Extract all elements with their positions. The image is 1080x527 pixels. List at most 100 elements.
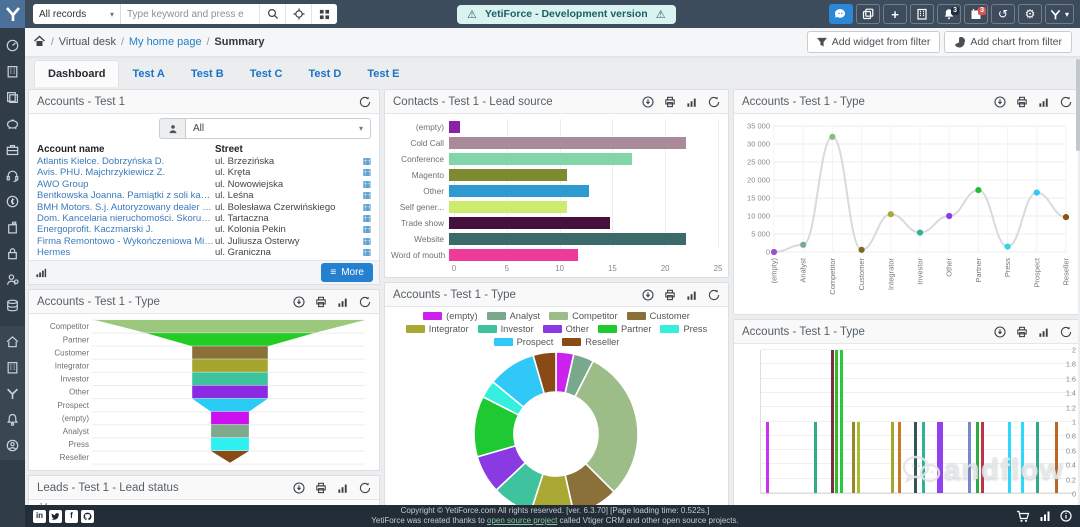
bar[interactable] [1036,421,1040,493]
bar[interactable] [897,421,901,493]
bar[interactable] [449,121,460,133]
record-detail-button[interactable]: ▦ [357,247,371,258]
advanced-search-button[interactable] [285,4,311,24]
refresh-button[interactable] [358,295,371,308]
record-detail-button[interactable]: ▦ [357,202,371,213]
dev-warning-banner[interactable]: ⚠ YetiForce - Development version ⚠ [457,4,676,24]
owner-select[interactable]: All ▾ [185,118,371,139]
legend-item[interactable]: Customer [626,311,690,321]
bar[interactable] [835,350,839,493]
account-link[interactable]: AWO Group [37,179,215,190]
legend-item[interactable]: Reseller [562,337,619,347]
open-source-link[interactable]: open source project [487,516,557,525]
print-button[interactable] [314,481,327,494]
tab-test-c[interactable]: Test C [237,61,296,87]
record-type-select[interactable]: All records ▾ [33,4,121,24]
refresh-button[interactable] [1059,325,1072,338]
tab-test-d[interactable]: Test D [296,61,355,87]
record-detail-button[interactable]: ▦ [357,156,371,167]
bar-chart-button[interactable] [336,295,349,308]
legend-item[interactable]: (empty) [423,311,478,321]
bar[interactable] [967,421,971,493]
legend-item[interactable]: Other [542,324,589,334]
account-link[interactable]: Dom. Kancelaria nieruchomości. Skorupka … [37,213,215,224]
record-detail-button[interactable]: ▦ [357,224,371,235]
legend-item[interactable]: Partner [597,324,651,334]
bar-chart-button[interactable] [1037,325,1050,338]
bar-chart-button[interactable] [685,288,698,301]
refresh-button[interactable] [707,288,720,301]
refresh-button[interactable] [707,95,720,108]
apps-menu-button[interactable] [311,4,337,24]
sidebar-item-database[interactable] [0,292,25,318]
sidebar-item-notifications[interactable] [0,406,25,432]
sidebar-item-companies[interactable] [0,58,25,84]
add-widget-from-filter-button[interactable]: Add widget from filter [806,31,941,53]
legend-item[interactable]: Investor [477,324,534,334]
record-detail-button[interactable]: ▦ [357,236,371,247]
sidebar-item-documents[interactable] [0,84,25,110]
download-button[interactable] [292,295,305,308]
download-button[interactable] [993,95,1006,108]
account-link[interactable]: Energoprofit. Kaczmarski J. [37,224,215,235]
sidebar-item-profile[interactable] [0,432,25,458]
account-link[interactable]: BMH Motors. S.j. Autoryzowany dealer Nis… [37,202,215,213]
legend-item[interactable]: Integrator [405,324,469,334]
account-link[interactable]: Avis. PHU. Majchrzykiewicz Z. [37,167,215,178]
bar[interactable] [449,185,589,197]
account-link[interactable]: Atlantis Kielce. Dobrzyńska D. [37,156,215,167]
legend-item[interactable]: Prospect [493,337,553,347]
sidebar-item-projects[interactable] [0,214,25,240]
download-button[interactable] [292,481,305,494]
bar-chart-button[interactable] [685,95,698,108]
quick-create-button[interactable]: + [882,4,907,24]
bar[interactable] [976,421,980,493]
bar[interactable] [1008,421,1012,493]
print-button[interactable] [314,295,327,308]
bar[interactable] [839,350,843,493]
bar[interactable] [830,350,834,493]
twitter-icon[interactable] [49,509,62,523]
calendar-button[interactable]: 3 [963,4,988,24]
download-button[interactable] [641,95,654,108]
bar[interactable] [1020,421,1024,493]
sidebar-item-piggy-bank[interactable] [0,110,25,136]
record-detail-button[interactable]: ▦ [357,167,371,178]
bar[interactable] [914,421,918,493]
github-icon[interactable] [81,509,94,523]
sidebar-item-organization[interactable] [0,354,25,380]
bar[interactable] [921,421,925,493]
sidebar-item-support[interactable] [0,162,25,188]
print-button[interactable] [663,288,676,301]
facebook-icon[interactable]: f [65,509,78,523]
bar[interactable] [981,421,985,493]
more-button[interactable]: ≡ More [321,263,373,282]
legend-item[interactable]: Press [660,324,707,334]
bar[interactable] [449,201,568,213]
bar[interactable] [937,421,944,493]
home-breadcrumb-button[interactable] [33,35,46,50]
usage-button[interactable] [1039,510,1051,522]
tags-button[interactable] [855,4,880,24]
sidebar-item-security[interactable] [0,240,25,266]
bar[interactable] [449,169,568,181]
tab-test-e[interactable]: Test E [354,61,412,87]
tab-test-b[interactable]: Test B [178,61,237,87]
sidebar-item-dashboard[interactable] [0,32,25,58]
refresh-button[interactable] [1059,95,1072,108]
breadcrumb-virtual-desk[interactable]: Virtual desk [59,36,116,48]
search-input[interactable] [121,4,259,24]
companies-button[interactable] [909,4,934,24]
bar[interactable] [449,153,632,165]
sidebar-item-contacts[interactable] [0,266,25,292]
account-link[interactable]: Firma Remontowo - Wykończeniowa Mir - Re… [37,236,215,247]
refresh-button[interactable] [358,481,371,494]
notifications-button[interactable]: 3 [936,4,961,24]
linkedin-icon[interactable]: in [33,509,46,523]
record-detail-button[interactable]: ▦ [357,190,371,201]
search-button[interactable] [259,4,285,24]
record-detail-button[interactable]: ▦ [357,213,371,224]
download-button[interactable] [641,288,654,301]
print-button[interactable] [1015,325,1028,338]
bar[interactable] [890,421,894,493]
